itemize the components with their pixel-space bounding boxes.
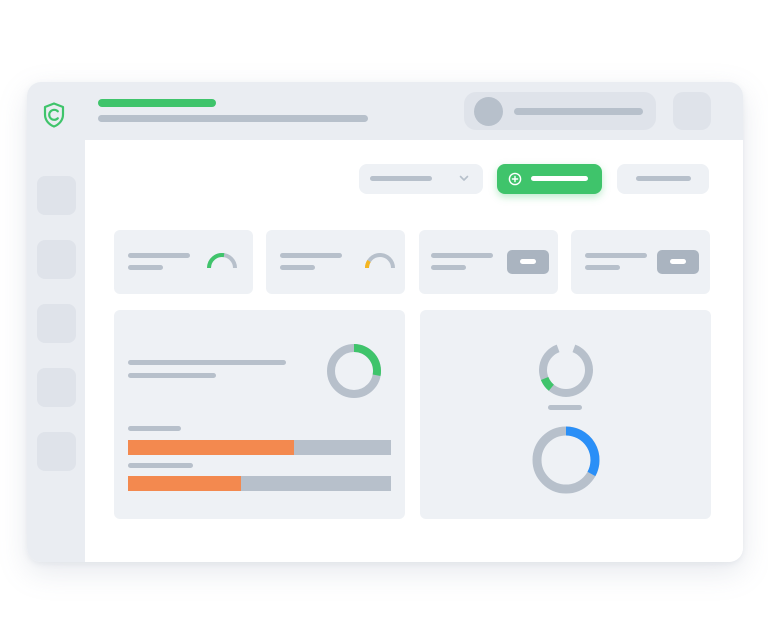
gauge-icon: [207, 253, 237, 269]
sidebar-item-4[interactable]: [37, 368, 76, 407]
donut-segment: [353, 344, 381, 377]
gauge-value: [365, 259, 371, 269]
stat-value-chip: [507, 250, 549, 274]
main-content: [85, 140, 743, 562]
donut-chart: [327, 344, 381, 398]
stat-subtitle-placeholder: [280, 265, 315, 270]
add-button-label-placeholder: [531, 176, 588, 181]
sidebar-item-1[interactable]: [37, 176, 76, 215]
donut-segment: [565, 426, 600, 477]
chevron-down-icon: [459, 175, 469, 181]
stat-title-placeholder: [280, 253, 342, 258]
shield-check-icon[interactable]: [43, 102, 65, 128]
app-title-placeholder: [98, 99, 216, 107]
stat-subtitle-placeholder: [128, 265, 163, 270]
ring-label-placeholder: [548, 405, 582, 410]
progress-bar: [128, 476, 391, 491]
stat-card-2[interactable]: [266, 230, 405, 294]
add-button[interactable]: [497, 164, 602, 194]
progress-bar-fill: [128, 440, 294, 455]
filter-dropdown[interactable]: [359, 164, 483, 194]
top-bar: [27, 82, 743, 140]
dropdown-value-placeholder: [370, 176, 432, 181]
user-name-placeholder: [514, 108, 643, 115]
gauge-value: [207, 253, 225, 269]
progress-bar: [128, 440, 391, 455]
gauge-icon: [365, 253, 395, 269]
plus-circle-icon: [508, 172, 522, 186]
notifications-button[interactable]: [673, 92, 711, 130]
sidebar-item-5[interactable]: [37, 432, 76, 471]
stat-title-placeholder: [585, 253, 647, 258]
overview-panel: [114, 310, 405, 519]
panel-subtitle-placeholder: [128, 373, 216, 378]
panel-title-placeholder: [128, 360, 286, 365]
ring-segment: [540, 376, 555, 391]
ring-chart: [539, 344, 593, 397]
stat-title-placeholder: [128, 253, 190, 258]
stat-card-3[interactable]: [419, 230, 558, 294]
app-window: [27, 82, 743, 562]
gauge-track: [365, 253, 395, 269]
bar-label-placeholder: [128, 426, 181, 431]
stat-title-placeholder: [431, 253, 493, 258]
stat-card-4[interactable]: [571, 230, 710, 294]
app-subtitle-placeholder: [98, 115, 368, 122]
sidebar-item-2[interactable]: [37, 240, 76, 279]
sidebar-item-3[interactable]: [37, 304, 76, 343]
donut-chart: [532, 426, 600, 494]
secondary-button[interactable]: [617, 164, 709, 194]
avatar: [474, 97, 503, 126]
secondary-button-label-placeholder: [636, 176, 691, 181]
bar-label-placeholder: [128, 463, 193, 468]
sidebar: [27, 140, 85, 562]
stat-subtitle-placeholder: [585, 265, 620, 270]
user-profile-menu[interactable]: [464, 92, 656, 130]
stat-value-chip: [657, 250, 699, 274]
stat-subtitle-placeholder: [431, 265, 466, 270]
progress-bar-fill: [128, 476, 242, 491]
summary-panel: [420, 310, 711, 519]
stat-card-1[interactable]: [114, 230, 253, 294]
